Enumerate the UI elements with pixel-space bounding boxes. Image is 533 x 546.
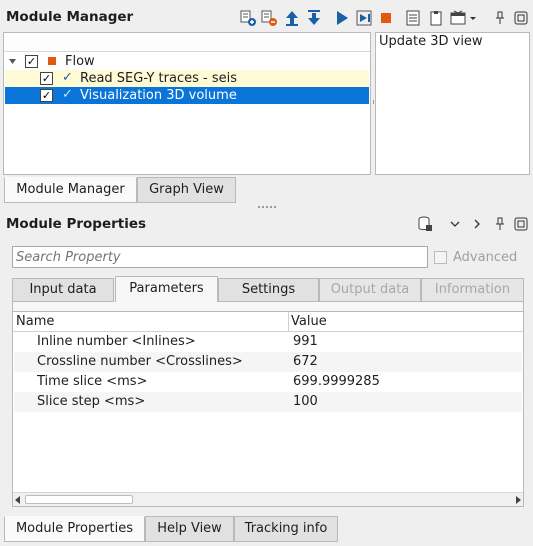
module-properties-title: Module Properties: [6, 216, 147, 232]
property-name: Inline number <Inlines>: [37, 334, 196, 349]
pin-icon[interactable]: [492, 10, 508, 26]
item-checkbox[interactable]: ✓: [40, 89, 53, 102]
property-name: Time slice <ms>: [37, 374, 148, 389]
float-icon[interactable]: [513, 10, 529, 26]
list-icon[interactable]: [405, 10, 421, 26]
scrollbar-thumb[interactable]: [25, 495, 133, 504]
tree-item-label: Visualization 3D volume: [80, 88, 237, 103]
tab-settings[interactable]: Settings: [218, 278, 319, 302]
tree-item-visualization[interactable]: ✓ ✓ Visualization 3D volume: [5, 87, 369, 104]
tab-help-view[interactable]: Help View: [145, 516, 234, 542]
table-header: Name Value: [13, 312, 523, 332]
column-header-value[interactable]: Value: [291, 314, 327, 329]
horizontal-splitter[interactable]: [258, 206, 276, 208]
chevron-down-icon[interactable]: [447, 216, 463, 232]
status-check-icon: ✓: [62, 70, 73, 85]
database-icon[interactable]: [417, 216, 433, 232]
tab-tracking-info[interactable]: Tracking info: [234, 516, 338, 542]
float-icon[interactable]: [513, 216, 529, 232]
tree-root-row[interactable]: ✓ Flow: [5, 53, 369, 70]
tab-input-data[interactable]: Input data: [12, 278, 114, 302]
property-value[interactable]: 100: [293, 392, 318, 412]
side-panel-text: Update 3D view: [379, 34, 483, 49]
table-row[interactable]: Slice step <ms> 100: [14, 392, 522, 412]
window-layout-icon[interactable]: [450, 10, 466, 26]
table-row[interactable]: Time slice <ms> 699.9999285: [14, 372, 522, 392]
search-input[interactable]: [12, 246, 428, 268]
advanced-label: Advanced: [453, 250, 518, 265]
add-module-icon[interactable]: [240, 10, 256, 26]
scroll-left-icon[interactable]: [15, 496, 21, 504]
flow-icon: [48, 57, 56, 65]
dropdown-arrow-icon[interactable]: [468, 10, 478, 26]
stop-icon[interactable]: [378, 10, 394, 26]
tab-module-properties[interactable]: Module Properties: [4, 516, 145, 542]
scroll-right-icon[interactable]: [515, 496, 521, 504]
run-icon[interactable]: [334, 10, 350, 26]
tab-parameters[interactable]: Parameters: [115, 276, 218, 303]
flow-tree[interactable]: ✓ Flow ✓ ✓ Read SEG-Y traces - seis ✓ ✓ …: [3, 32, 371, 175]
tab-module-manager[interactable]: Module Manager: [4, 177, 137, 203]
root-checkbox[interactable]: ✓: [25, 55, 38, 68]
module-manager-title: Module Manager: [6, 9, 134, 25]
property-value[interactable]: 672: [293, 352, 318, 372]
pin-icon[interactable]: [492, 216, 508, 232]
tree-item-label: Read SEG-Y traces - seis: [80, 71, 237, 86]
property-value[interactable]: 699.9999285: [293, 372, 380, 392]
tree-header: [4, 33, 370, 52]
chevron-right-icon[interactable]: [469, 216, 485, 232]
update-view-panel: Update 3D view: [375, 32, 530, 175]
move-down-icon[interactable]: [306, 10, 322, 26]
tab-information: Information: [421, 278, 524, 302]
tab-output-data: Output data: [319, 278, 421, 302]
table-row[interactable]: Crossline number <Crosslines> 672: [14, 352, 522, 372]
tree-root-label: Flow: [65, 54, 95, 69]
property-value[interactable]: 991: [293, 332, 318, 352]
move-up-icon[interactable]: [284, 10, 300, 26]
column-divider[interactable]: [288, 312, 289, 332]
horizontal-scrollbar[interactable]: [13, 492, 523, 506]
table-row[interactable]: Inline number <Inlines> 991: [14, 332, 522, 352]
clipboard-icon[interactable]: [428, 10, 444, 26]
property-name: Slice step <ms>: [37, 394, 146, 409]
advanced-checkbox[interactable]: [434, 251, 447, 264]
property-name: Crossline number <Crosslines>: [37, 354, 243, 369]
run-step-icon[interactable]: [356, 10, 372, 26]
item-checkbox[interactable]: ✓: [40, 72, 53, 85]
column-header-name[interactable]: Name: [16, 314, 54, 329]
expand-arrow-icon[interactable]: [8, 57, 17, 66]
vertical-splitter[interactable]: [373, 100, 374, 104]
remove-module-icon[interactable]: [261, 10, 277, 26]
tree-item-read-segy[interactable]: ✓ ✓ Read SEG-Y traces - seis: [5, 70, 369, 87]
tab-graph-view[interactable]: Graph View: [137, 177, 236, 203]
properties-table[interactable]: Name Value Inline number <Inlines> 991 C…: [12, 311, 524, 507]
status-check-icon: ✓: [62, 87, 73, 102]
